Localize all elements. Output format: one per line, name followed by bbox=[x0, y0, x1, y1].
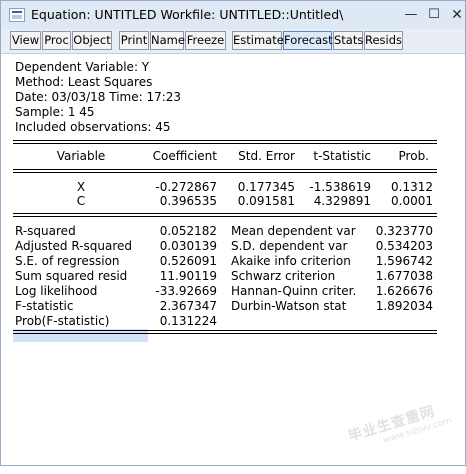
stat-mean-dep-value: 0.323770 bbox=[375, 224, 433, 238]
window-title: Equation: UNTITLED Workfile: UNTITLED::U… bbox=[31, 7, 344, 22]
print-button[interactable]: Print bbox=[119, 31, 149, 50]
coef-row-x-coefficient: -0.272867 bbox=[155, 180, 217, 194]
header-rule-2 bbox=[13, 172, 437, 173]
coef-row-c-prob: 0.0001 bbox=[391, 194, 433, 208]
stat-adj-r-squared-value: 0.030139 bbox=[159, 239, 217, 253]
stat-durbin-watson-value: 1.892034 bbox=[375, 299, 433, 313]
estimate-button[interactable]: Estimate bbox=[232, 31, 284, 50]
stat-ssr-value: 11.90119 bbox=[159, 269, 217, 283]
coef-bottom-rule bbox=[13, 213, 437, 214]
header-t-statistic: t-Statistic bbox=[313, 149, 371, 163]
stat-log-likelihood-value: -33.92669 bbox=[155, 284, 217, 298]
stats-bottom-rule bbox=[13, 330, 437, 331]
stat-schwarz-value: 1.677038 bbox=[375, 269, 433, 283]
stat-se-regression-value: 0.526091 bbox=[159, 254, 217, 268]
equation-window: Equation: UNTITLED Workfile: UNTITLED::U… bbox=[0, 0, 466, 466]
stat-hannan-quinn-label: Hannan-Quinn criter. bbox=[231, 284, 357, 298]
dependent-variable-line: Dependent Variable: Y bbox=[15, 60, 150, 74]
method-line: Method: Least Squares bbox=[15, 75, 153, 89]
coef-row-x-std-error: 0.177345 bbox=[237, 180, 295, 194]
proc-button[interactable]: Proc bbox=[42, 31, 71, 50]
table-top-rule-2 bbox=[13, 143, 437, 144]
stat-prob-f-label: Prob(F-statistic) bbox=[15, 314, 110, 328]
header-coefficient: Coefficient bbox=[152, 149, 217, 163]
coef-row-x-t-statistic: -1.538619 bbox=[309, 180, 371, 194]
stat-mean-dep-label: Mean dependent var bbox=[231, 224, 356, 238]
stat-sd-dep-label: S.D. dependent var bbox=[231, 239, 348, 253]
equation-app-icon bbox=[9, 8, 25, 22]
observations-line: Included observations: 45 bbox=[15, 120, 171, 134]
header-prob: Prob. bbox=[398, 149, 429, 163]
header-rule bbox=[13, 169, 437, 170]
stat-log-likelihood-label: Log likelihood bbox=[15, 284, 98, 298]
stat-hannan-quinn-value: 1.626676 bbox=[375, 284, 433, 298]
forecast-button[interactable]: Forecast bbox=[283, 31, 333, 50]
object-button[interactable]: Object bbox=[72, 31, 112, 50]
sample-line: Sample: 1 45 bbox=[15, 105, 95, 119]
stat-prob-f-value: 0.131224 bbox=[159, 314, 217, 328]
stat-sd-dep-value: 0.534203 bbox=[375, 239, 433, 253]
coef-row-c-variable: C bbox=[76, 194, 86, 208]
close-icon[interactable]: ✕ bbox=[445, 5, 466, 25]
coef-bottom-rule-2 bbox=[13, 216, 437, 217]
date-time-line: Date: 03/03/18 Time: 17:23 bbox=[15, 90, 182, 104]
stats-button[interactable]: Stats bbox=[333, 31, 363, 50]
stat-durbin-watson-label: Durbin-Watson stat bbox=[231, 299, 347, 313]
maximize-icon[interactable]: ☐ bbox=[422, 5, 446, 25]
stat-r-squared-value: 0.052182 bbox=[159, 224, 217, 238]
coef-row-x-prob: 0.1312 bbox=[391, 180, 433, 194]
header-variable: Variable bbox=[56, 149, 106, 163]
stat-akaike-value: 1.596742 bbox=[375, 254, 433, 268]
freeze-button[interactable]: Freeze bbox=[185, 31, 226, 50]
stat-r-squared-label: R-squared bbox=[15, 224, 76, 238]
stat-se-regression-label: S.E. of regression bbox=[15, 254, 120, 268]
coef-row-c-std-error: 0.091581 bbox=[237, 194, 295, 208]
stat-schwarz-label: Schwarz criterion bbox=[231, 269, 336, 283]
toolbar: View Proc Object Print Name Freeze Estim… bbox=[1, 29, 465, 54]
coef-row-c-coefficient: 0.396535 bbox=[159, 194, 217, 208]
resids-button[interactable]: Resids bbox=[364, 31, 403, 50]
coef-row-c-t-statistic: 4.329891 bbox=[313, 194, 371, 208]
stat-adj-r-squared-label: Adjusted R-squared bbox=[15, 239, 133, 253]
view-button[interactable]: View bbox=[10, 31, 41, 50]
header-std-error: Std. Error bbox=[238, 149, 295, 163]
minimize-icon[interactable]: — bbox=[399, 5, 423, 25]
table-top-rule bbox=[13, 140, 437, 141]
coef-row-x-variable: X bbox=[76, 180, 86, 194]
stat-f-statistic-value: 2.367347 bbox=[159, 299, 217, 313]
name-button[interactable]: Name bbox=[150, 31, 185, 50]
title-bar[interactable]: Equation: UNTITLED Workfile: UNTITLED::U… bbox=[1, 1, 465, 30]
stat-ssr-label: Sum squared resid bbox=[15, 269, 128, 283]
stat-akaike-label: Akaike info criterion bbox=[231, 254, 351, 268]
stat-f-statistic-label: F-statistic bbox=[15, 299, 74, 313]
stats-bottom-rule-2 bbox=[13, 333, 437, 334]
